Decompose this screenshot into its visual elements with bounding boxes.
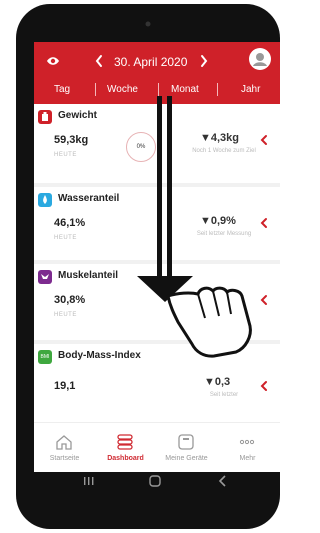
gesture-overlay (137, 96, 252, 358)
hand-pointer-icon (166, 286, 252, 358)
screenshot-root: 30. April 2020 Tag Woche Monat Jahr Gewi… (0, 0, 280, 533)
swipe-down-arrow-icon (137, 96, 193, 302)
